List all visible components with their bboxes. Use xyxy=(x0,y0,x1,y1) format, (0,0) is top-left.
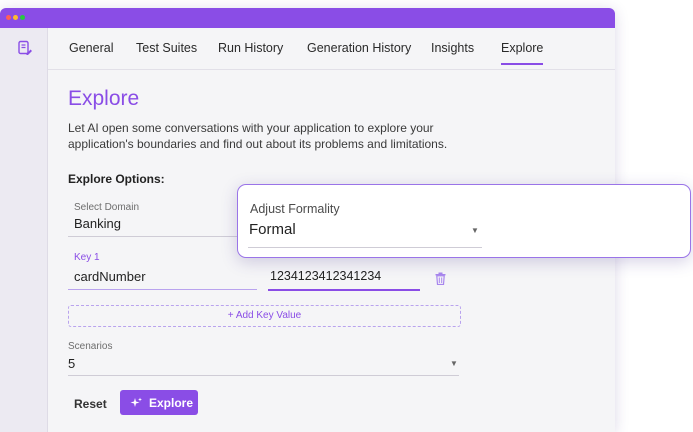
key-underline xyxy=(68,289,257,290)
tab-test-suites[interactable]: Test Suites xyxy=(136,41,197,55)
close-window-button[interactable] xyxy=(6,15,11,20)
key-label: Key 1 xyxy=(74,252,100,263)
chevron-down-icon[interactable]: ▼ xyxy=(471,226,479,235)
page-description: Let AI open some conversations with your… xyxy=(68,121,448,151)
reset-button[interactable]: Reset xyxy=(74,397,107,411)
page-title: Explore xyxy=(68,87,140,110)
key-input: cardNumber xyxy=(74,269,146,284)
domain-underline xyxy=(68,236,238,237)
tab-generation-history[interactable]: Generation History xyxy=(307,41,411,55)
tab-explore[interactable]: Explore xyxy=(501,41,544,65)
scenarios-underline xyxy=(68,375,459,376)
tab-bar: General Test Suites Run History Generati… xyxy=(48,28,615,70)
add-key-value-label: + Add Key Value xyxy=(227,310,302,321)
value-input: 1234123412341234 xyxy=(270,269,382,283)
formality-label: Adjust Formality xyxy=(250,202,340,216)
explore-options-heading: Explore Options: xyxy=(68,172,165,186)
add-key-value-button[interactable]: + Add Key Value xyxy=(68,305,461,327)
sidebar xyxy=(0,28,48,432)
formality-value: Formal xyxy=(249,221,296,238)
sparkle-icon xyxy=(130,396,142,408)
maximize-window-button[interactable] xyxy=(20,15,25,20)
value-underline xyxy=(268,289,420,291)
chevron-down-icon: ▼ xyxy=(450,359,458,368)
tab-general[interactable]: General xyxy=(69,41,113,55)
formality-select-popup[interactable]: Adjust Formality Formal ▼ xyxy=(237,184,691,258)
domain-label: Select Domain xyxy=(74,202,140,213)
formality-underline xyxy=(248,247,482,248)
tab-run-history[interactable]: Run History xyxy=(218,41,283,55)
title-bar xyxy=(0,8,615,28)
explore-button-label: Explore xyxy=(149,396,194,410)
trash-icon[interactable] xyxy=(434,272,447,286)
scenarios-label: Scenarios xyxy=(68,341,113,352)
minimize-window-button[interactable] xyxy=(13,15,18,20)
domain-value: Banking xyxy=(74,216,121,231)
scenarios-value: 5 xyxy=(68,356,76,371)
explore-button[interactable]: Explore xyxy=(120,390,198,415)
document-edit-icon[interactable] xyxy=(17,40,33,56)
tab-insights[interactable]: Insights xyxy=(431,41,474,55)
